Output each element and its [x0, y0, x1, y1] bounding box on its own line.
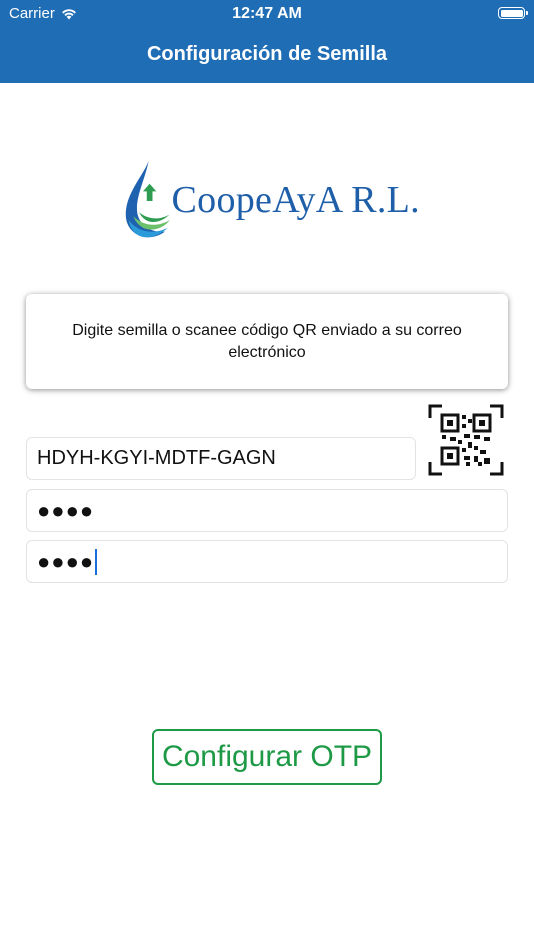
- configure-otp-button[interactable]: Configurar OTP: [152, 729, 382, 785]
- seed-input-value: HDYH-KGYI-MDTF-GAGN: [37, 447, 276, 469]
- scan-qr-button[interactable]: [428, 404, 504, 476]
- nav-header: Carrier 12:47 AM Configuración de Semill…: [0, 0, 534, 83]
- text-cursor: [95, 548, 98, 575]
- instruction-text: Digite semilla o scanee código QR enviad…: [72, 321, 462, 361]
- qr-code-icon: [428, 404, 504, 476]
- water-drop-logo-icon: [125, 160, 170, 238]
- confirm-password-field[interactable]: ●●●●: [26, 540, 508, 583]
- password-field-value: ●●●●: [37, 497, 95, 523]
- logo-text: CoopeAyA R.L.: [171, 179, 420, 221]
- page-title: Configuración de Semilla: [146, 43, 388, 65]
- instruction-card: Digite semilla o scanee código QR enviad…: [26, 294, 508, 389]
- otp-seed-config-screen: Carrier 12:47 AM Configuración de Semill…: [0, 0, 534, 950]
- status-time: 12:47 AM: [232, 5, 302, 22]
- battery-icon: [498, 7, 528, 19]
- password-field[interactable]: ●●●●: [26, 489, 508, 532]
- seed-input[interactable]: HDYH-KGYI-MDTF-GAGN: [26, 437, 416, 480]
- confirm-password-field-value: ●●●●: [37, 548, 95, 574]
- company-logo: CoopeAyA R.L.: [120, 155, 420, 245]
- status-bar: Carrier 12:47 AM: [0, 0, 534, 28]
